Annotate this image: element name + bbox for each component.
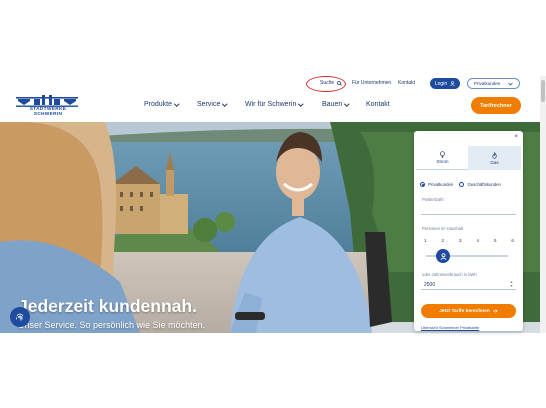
persons-option[interactable]: 6 (511, 238, 514, 243)
user-icon (440, 252, 446, 260)
tab-strom[interactable]: Strom (416, 146, 469, 170)
radio-label: Geschäftskunden (467, 182, 501, 187)
persons-ticks: 1 2 3 4 5 6 (424, 238, 514, 243)
chevron-down-icon (174, 101, 180, 106)
persons-option[interactable]: 5 (494, 238, 497, 243)
tariff-widget: × Strom Gas Privatkunden Geschäftskunden… (414, 131, 523, 331)
chevron-down-icon (298, 101, 304, 106)
persons-slider-handle[interactable] (436, 249, 450, 263)
consumption-value: 2500 (424, 282, 436, 288)
nav-item-label: Produkte (144, 101, 173, 108)
calculate-tariffs-button[interactable]: Jetzt Tarife berechnen (421, 304, 516, 318)
accessibility-button[interactable] (10, 307, 30, 327)
nav-item-service[interactable]: Service (197, 101, 228, 108)
radio-privatkunden[interactable]: Privatkunden (420, 182, 454, 188)
search-icon (337, 80, 342, 86)
persons-option[interactable]: 2 (441, 238, 444, 243)
page-scrollbar[interactable] (540, 76, 546, 333)
radio-label: Privatkunden (428, 182, 454, 187)
business-link[interactable]: Für Unternehmen (352, 80, 391, 86)
consumption-input[interactable] (421, 278, 516, 290)
tab-label: Strom (436, 159, 449, 164)
persons-option[interactable]: 3 (459, 238, 462, 243)
chevron-down-icon (508, 82, 513, 85)
contact-top-link[interactable]: Kontakt (398, 80, 415, 86)
login-button[interactable]: Login (430, 78, 460, 89)
calculate-tariffs-label: Jetzt Tarife berechnen (439, 308, 490, 314)
hero-subline: Unser Service. So persönlich wie Sie möc… (18, 320, 206, 330)
chevron-down-icon (344, 101, 350, 106)
nav-item-label: Bauen (322, 101, 343, 108)
close-icon[interactable]: × (514, 134, 518, 140)
nav-item-bauen[interactable]: Bauen (322, 101, 350, 108)
persons-option[interactable]: 1 (424, 238, 427, 243)
persons-option[interactable]: 4 (476, 238, 479, 243)
nav-item-label: Service (197, 101, 221, 108)
consumption-label: oder Jahresverbrauch in kWh (422, 272, 477, 277)
scrollbar-thumb[interactable] (541, 80, 545, 102)
hero-headline: Jederzeit kundennah. (18, 296, 197, 316)
search-label: Suche (320, 80, 335, 86)
flame-icon (492, 151, 497, 159)
segment-select-value: Privatkunden (474, 81, 501, 86)
radio-geschaeftskunden[interactable]: Geschäftskunden (459, 182, 501, 188)
radio-button (420, 182, 425, 188)
nav-item-produkte[interactable]: Produkte (144, 101, 180, 108)
customer-type-group: Privatkunden Geschäftskunden (420, 182, 501, 188)
user-icon (450, 81, 455, 86)
tariff-calculator-button[interactable]: Tarifrechner (471, 97, 521, 114)
arrow-right-icon (492, 309, 498, 313)
nav-item-wir-fuer-schwerin[interactable]: Wir für Schwerin (245, 101, 304, 108)
nav-item-kontakt[interactable]: Kontakt (366, 101, 390, 108)
radio-button (459, 182, 465, 188)
fingerprint-icon (15, 313, 24, 321)
postcode-label: Postleitzahl (422, 197, 444, 202)
nav-item-label: Kontakt (366, 101, 390, 108)
private-tariffs-overview-link[interactable]: Übersicht Schweriner Privattarife (421, 325, 479, 330)
lightbulb-icon (440, 151, 445, 158)
tab-gas[interactable]: Gas (468, 146, 521, 170)
persons-label: Personen im Haushalt (422, 226, 464, 231)
login-label: Login (434, 80, 448, 87)
page: Suche Für Unternehmen Kontakt Login Priv… (0, 0, 546, 408)
segment-select[interactable]: Privatkunden (467, 78, 520, 89)
postcode-input[interactable] (421, 203, 516, 215)
chevron-down-icon (222, 101, 228, 106)
search-link[interactable]: Suche (320, 80, 342, 86)
consumption-stepper[interactable]: ▲ ▼ (509, 280, 514, 288)
utility-bar: Suche Für Unternehmen Kontakt Login Priv… (0, 76, 546, 94)
tab-label: Gas (490, 159, 499, 165)
nav-item-label: Wir für Schwerin (245, 101, 297, 108)
main-nav: Produkte Service Wir für Schwerin Bauen … (0, 101, 546, 113)
